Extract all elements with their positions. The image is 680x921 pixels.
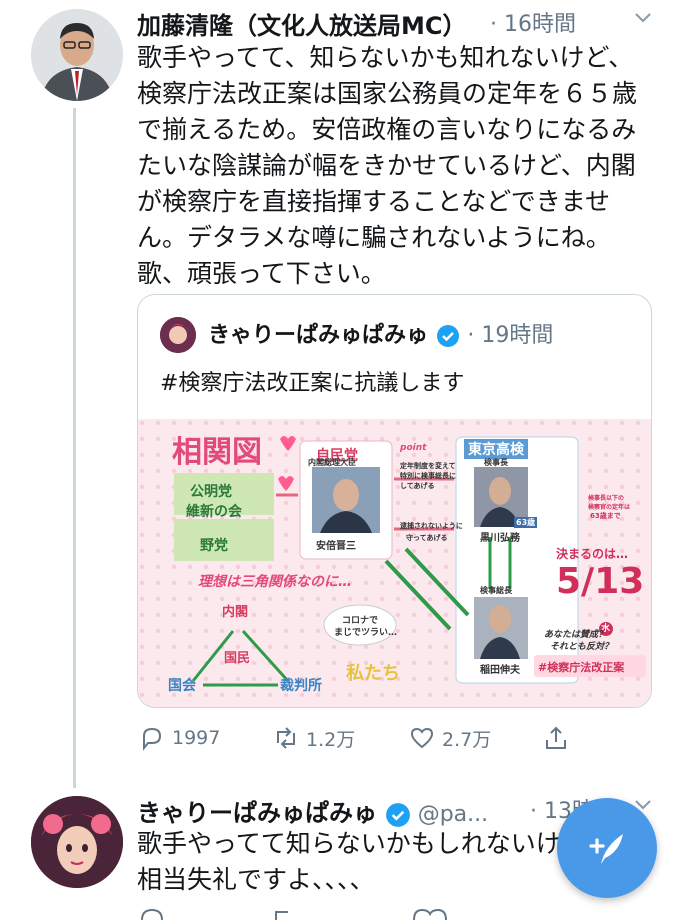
share-icon bbox=[546, 726, 566, 749]
image-label-saibansho: 裁判所 bbox=[280, 678, 322, 694]
image-label-kokkai: 国会 bbox=[168, 678, 196, 694]
tweet-text: 歌手やってて、知らないかも知れないけど、 検察庁法改正案は国家公務員の定年を６５… bbox=[137, 40, 667, 292]
image-label-hashtag: #検察庁法改正案 bbox=[538, 661, 625, 674]
display-name[interactable]: きゃりーぱみゅぱみゅ @pa... bbox=[137, 793, 488, 828]
image-label-komeito: 公明党 bbox=[190, 484, 232, 500]
image-label-point-note: 守ってあげる bbox=[406, 534, 448, 542]
image-heading: 相関図 bbox=[172, 435, 262, 470]
compose-tweet-button[interactable] bbox=[557, 798, 657, 898]
quoted-text: #検察庁法改正案に抗議します bbox=[160, 371, 465, 396]
display-name-text: きゃりーぱみゅぱみゅ bbox=[137, 799, 377, 827]
display-name[interactable]: 加藤清隆（文化人放送局MC） bbox=[137, 6, 467, 41]
image-label-naikaku-sori: 内閣総理大臣 bbox=[308, 458, 356, 467]
handle: @pa... bbox=[417, 802, 489, 827]
image-label-naikaku: 内閣 bbox=[222, 605, 249, 620]
image-label-point: point bbox=[400, 443, 427, 453]
thread-connector-line bbox=[73, 108, 76, 788]
image-label-point-note: 定年制度を変えて bbox=[400, 462, 456, 470]
reply-icon bbox=[143, 727, 162, 751]
quoted-name-text: きゃりーぱみゅぱみゅ bbox=[208, 323, 429, 348]
image-label-point-note: してあげる bbox=[400, 482, 435, 490]
chevron-down-icon[interactable] bbox=[632, 6, 654, 33]
image-label-ishin: 維新の会 bbox=[186, 504, 242, 520]
reply-button[interactable]: 1997 bbox=[138, 724, 220, 752]
image-label-kurokawa: 黒川弘務 bbox=[480, 533, 520, 544]
image-label-risou: 理想は三角関係なのに… bbox=[198, 574, 352, 590]
image-label-hantai: それとも反対？ bbox=[550, 642, 614, 652]
image-label-watashitachi: 私たち bbox=[346, 663, 400, 684]
quoted-image[interactable]: 相関図 自民党 内閣総理大臣 安倍晋三 東京高検 検事長 63歳 黒川弘務 検事… bbox=[138, 419, 651, 707]
avatar[interactable] bbox=[31, 9, 123, 101]
reply-count: 1997 bbox=[172, 727, 221, 749]
quoted-display-name: きゃりーぱみゅぱみゅ · 19時間 bbox=[208, 317, 553, 349]
avatar[interactable] bbox=[31, 796, 123, 888]
tweet-text-line: 検察庁法改正案は国家公務員の定年を６５歳 bbox=[137, 79, 638, 108]
like-button[interactable]: 2.7万 bbox=[408, 724, 491, 752]
quoted-timestamp: · 19時間 bbox=[467, 323, 554, 348]
like-count: 2.7万 bbox=[442, 728, 492, 751]
action-bar-partial bbox=[138, 906, 658, 921]
tweet-text-line: たいな陰謀論が幅をきかせているけど、内閣 bbox=[137, 151, 636, 180]
verified-badge-icon bbox=[436, 324, 460, 348]
compose-tweet-icon bbox=[589, 834, 623, 864]
image-label-kenji-socho: 検事総長 bbox=[480, 586, 512, 595]
timestamp[interactable]: · 16時間 bbox=[490, 6, 576, 38]
quoted-avatar bbox=[160, 317, 196, 353]
image-label-age: 63歳 bbox=[514, 517, 538, 528]
tweet-text-line: 歌、頑張って下さい。 bbox=[137, 259, 386, 288]
image-label-yato: 野党 bbox=[200, 538, 228, 554]
tweet-text-line: で揃えるため。安倍政権の言いなりになるみ bbox=[137, 115, 637, 144]
share-button[interactable] bbox=[542, 724, 570, 752]
image-label-teinen-note: 63歳まで bbox=[590, 512, 621, 520]
tweet-text-line: 歌手やってて、知らないかも知れないけど、 bbox=[137, 43, 634, 72]
image-label-inada: 稲田伸夫 bbox=[480, 665, 520, 676]
quoted-tweet[interactable]: きゃりーぱみゅぱみゅ · 19時間 #検察庁法改正案に抗議します 相関図 自民党… bbox=[137, 294, 652, 708]
retweet-icon bbox=[277, 727, 295, 749]
image-label-kenjicho: 検事長 bbox=[484, 458, 508, 467]
like-icon bbox=[410, 727, 434, 749]
image-label-point-note: 逮捕されないように bbox=[400, 522, 463, 530]
image-label-corona: まじでツラい… bbox=[334, 628, 398, 638]
image-label-kokumin: 国民 bbox=[224, 651, 251, 666]
image-label-abe: 安倍晋三 bbox=[316, 541, 356, 552]
tweet-text-line: ん。デタラメな噂に騙されないようにね。 bbox=[137, 223, 611, 252]
verified-badge-icon bbox=[385, 802, 411, 827]
tweet-text-line: が検察庁を直接指揮することなどできませ bbox=[137, 187, 611, 216]
image-label-kimaru: 決まるのは… bbox=[556, 547, 629, 561]
retweet-count: 1.2万 bbox=[306, 728, 356, 751]
image-label-date: 5/13 bbox=[556, 561, 645, 602]
image-label-teinen-note: 検察官の定年は bbox=[588, 504, 631, 511]
image-label-teinen-note: 検事長以下の bbox=[588, 495, 625, 502]
image-label-point-note: 特別に検事総長に bbox=[400, 472, 456, 480]
retweet-button[interactable]: 1.2万 bbox=[272, 724, 355, 752]
image-label-tokyo-kouken: 東京高検 bbox=[464, 439, 528, 459]
